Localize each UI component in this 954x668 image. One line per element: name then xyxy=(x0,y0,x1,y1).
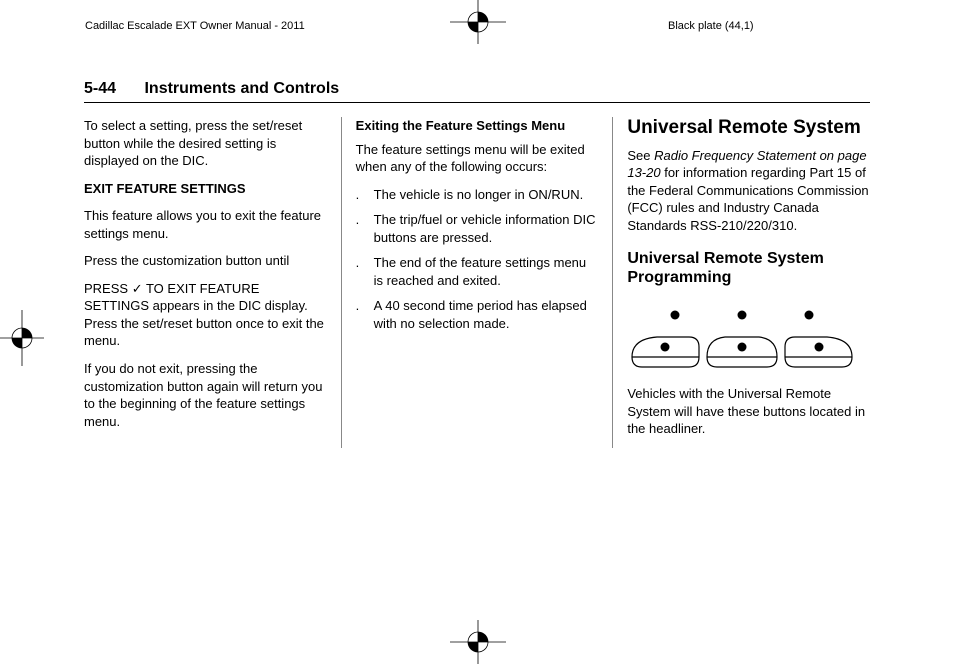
list-item: .The end of the feature settings menu is… xyxy=(356,254,599,289)
page-number: 5-44 xyxy=(84,80,116,97)
col3-paragraph: See Radio Frequency Statement on page 13… xyxy=(627,147,870,235)
column-3: Universal Remote System See Radio Freque… xyxy=(612,117,870,448)
bullet-icon: . xyxy=(356,254,374,289)
exit-conditions-list: .The vehicle is no longer in ON/RUN. .Th… xyxy=(356,186,599,333)
col1-press-line: PRESS ✓ TO EXIT FEATURE SETTINGS appears… xyxy=(84,280,327,350)
bullet-icon: . xyxy=(356,186,374,204)
list-item: .A 40 second time period has elapsed wit… xyxy=(356,297,599,332)
col1-paragraph: Press the customization button until xyxy=(84,252,327,270)
remote-buttons-illustration xyxy=(627,295,870,375)
registration-mark-left xyxy=(0,310,44,366)
page-header: 5-44 Instruments and Controls xyxy=(84,80,870,103)
col1-paragraph: To select a setting, press the set/reset… xyxy=(84,117,327,170)
column-1: To select a setting, press the set/reset… xyxy=(84,117,341,448)
col3-paragraph: Vehicles with the Universal Remote Syste… xyxy=(627,385,870,438)
col1-paragraph: If you do not exit, pressing the customi… xyxy=(84,360,327,430)
section-title: Instruments and Controls xyxy=(144,80,339,97)
print-header: Cadillac Escalade EXT Owner Manual - 201… xyxy=(0,0,954,40)
exit-feature-heading: EXIT FEATURE SETTINGS xyxy=(84,180,327,198)
manual-title: Cadillac Escalade EXT Owner Manual - 201… xyxy=(85,20,305,32)
bullet-icon: . xyxy=(356,297,374,332)
col1-paragraph: This feature allows you to exit the feat… xyxy=(84,207,327,242)
programming-heading: Universal Remote System Programming xyxy=(627,249,870,287)
exiting-menu-heading: Exiting the Feature Settings Menu xyxy=(356,117,599,135)
registration-mark-bottom xyxy=(450,620,506,664)
bullet-icon: . xyxy=(356,211,374,246)
list-item: .The vehicle is no longer in ON/RUN. xyxy=(356,186,599,204)
content-columns: To select a setting, press the set/reset… xyxy=(84,117,870,448)
plate-info: Black plate (44,1) xyxy=(668,20,754,32)
col2-intro: The feature settings menu will be exited… xyxy=(356,141,599,176)
universal-remote-heading: Universal Remote System xyxy=(627,117,870,139)
column-2: Exiting the Feature Settings Menu The fe… xyxy=(341,117,613,448)
list-item: .The trip/fuel or vehicle information DI… xyxy=(356,211,599,246)
check-icon: ✓ xyxy=(132,281,143,296)
